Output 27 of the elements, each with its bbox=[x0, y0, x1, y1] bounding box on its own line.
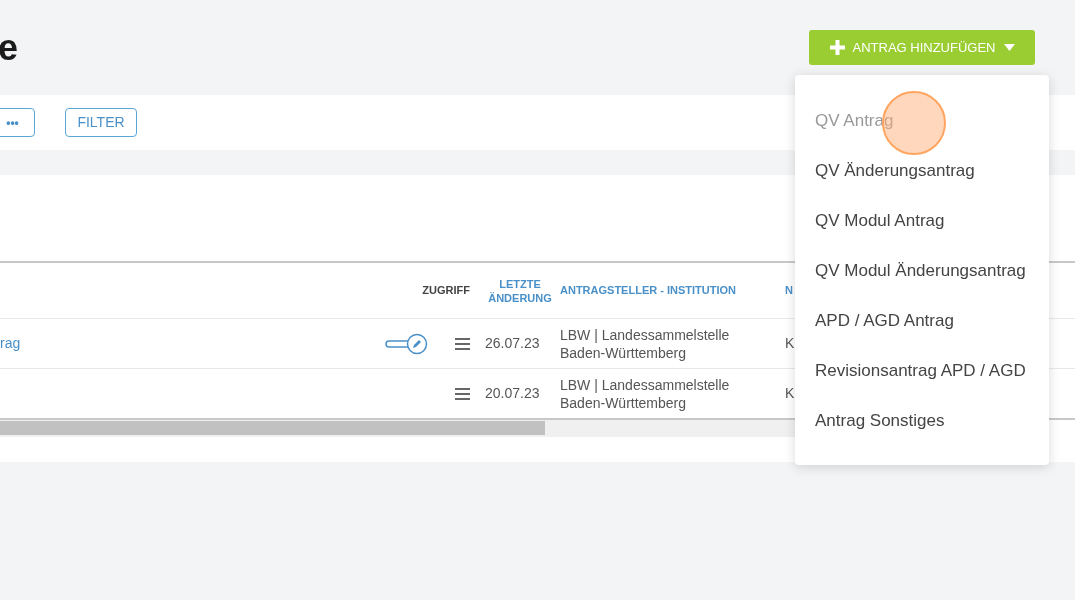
menu-item[interactable]: QV Änderungsantrag bbox=[795, 146, 1049, 196]
column-header[interactable]: ANTRAGSTELLER - INSTITUTION bbox=[560, 284, 736, 297]
institution-cell-text: LBW | Landessammelstelle Baden-Württemberg bbox=[560, 325, 731, 362]
caret-icon bbox=[1003, 44, 1015, 51]
page-title: e bbox=[0, 29, 19, 66]
table-cell: K bbox=[785, 385, 795, 401]
date-cell: 20.07.23 bbox=[485, 385, 540, 401]
scrollbar[interactable] bbox=[0, 420, 795, 437]
menu-item[interactable]: Revisionsantrag APD / AGD bbox=[795, 346, 1049, 396]
request-link[interactable]: rag bbox=[0, 335, 21, 351]
more-button[interactable]: ••• bbox=[0, 108, 35, 137]
menu-icon[interactable] bbox=[455, 387, 470, 400]
table-cell: K bbox=[785, 335, 795, 351]
scrollbar-thumb[interactable] bbox=[0, 421, 545, 435]
menu-item[interactable]: QV Modul Antrag bbox=[795, 196, 1049, 246]
menu-item[interactable]: Antrag Sonstiges bbox=[795, 396, 1049, 446]
menu-item[interactable]: QV Modul Änderungsantrag bbox=[795, 246, 1049, 296]
plus-icon bbox=[829, 40, 845, 55]
add-request-button[interactable]: ANTRAG HINZUFÜGEN bbox=[809, 30, 1035, 65]
column-header: ZUGRIFF bbox=[422, 284, 470, 297]
menu-icon[interactable] bbox=[455, 337, 470, 350]
filter-button[interactable]: FILTER bbox=[65, 108, 137, 137]
column-header[interactable]: N bbox=[785, 284, 793, 297]
institution-cell-text: LBW | Landessammelstelle Baden-Württemberg bbox=[560, 375, 731, 412]
date-cell: 26.07.23 bbox=[485, 335, 540, 351]
column-header[interactable]: LETZTE ÄNDERUNG bbox=[485, 276, 555, 305]
menu-item[interactable]: APD / AGD Antrag bbox=[795, 296, 1049, 346]
